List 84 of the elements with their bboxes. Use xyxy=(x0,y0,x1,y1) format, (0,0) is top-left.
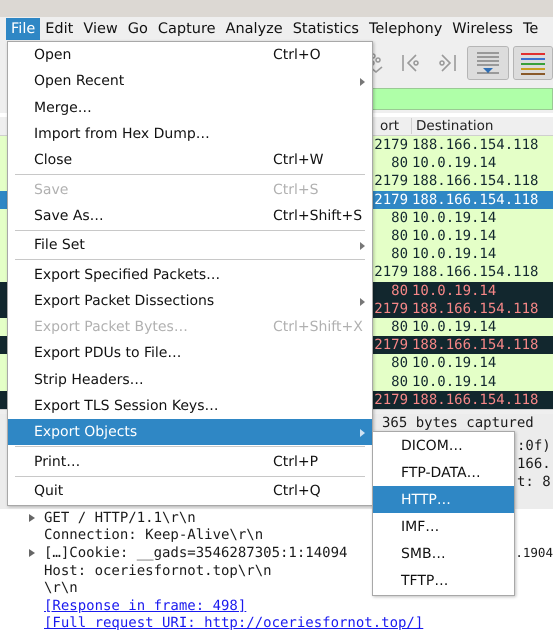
table-cell: 188.166.154.118 xyxy=(412,337,538,354)
menu-title[interactable]: Analyze xyxy=(220,18,288,40)
table-cell-text: 2179 xyxy=(373,192,409,208)
menu-item[interactable]: Strip Headers… xyxy=(8,366,372,393)
tree-item[interactable]: Host: oceriesfornot.top\r\n xyxy=(44,562,272,579)
table-cell: 10.0.19.14 xyxy=(412,210,496,226)
display-filter-field[interactable] xyxy=(372,88,553,110)
table-cell: 10.0.19.14 xyxy=(412,282,496,299)
menu-item[interactable]: Merge… xyxy=(8,94,372,121)
table-cell-text: 80 xyxy=(390,155,409,172)
submenu-arrow-icon xyxy=(360,429,365,438)
frame-link[interactable]: [Response in frame: 498] xyxy=(44,598,246,614)
table-cell: 188.166.154.118 xyxy=(412,173,538,190)
menu-title[interactable]: Edit xyxy=(40,18,78,40)
menu-item[interactable]: HTTP… xyxy=(373,486,514,513)
menu-title[interactable]: Telephony xyxy=(364,18,448,40)
table-cell-text: 2179 xyxy=(373,137,409,154)
tree-item[interactable]: Connection: Keep-Alive\r\n xyxy=(44,527,264,544)
menu-item[interactable]: Export Packet Dissections xyxy=(8,288,372,314)
table-cell-text: 80 xyxy=(390,282,409,299)
toolbar-button[interactable] xyxy=(513,46,553,80)
menu-item[interactable]: Quit Ctrl+Q xyxy=(8,478,372,504)
table-cell-text: 80 xyxy=(390,210,409,226)
table-cell-text: 80 xyxy=(390,374,409,390)
submenu-arrow-icon xyxy=(360,242,365,250)
menu-item[interactable]: File Set xyxy=(8,232,372,258)
detail-text: 365 bytes captured xyxy=(382,414,534,432)
column-header[interactable]: Destination xyxy=(412,118,552,134)
menu-title[interactable]: Wireless xyxy=(447,18,518,40)
tree-item[interactable]: […]Cookie: __gads=3546287305:1:14094 xyxy=(44,544,348,561)
table-cell: 10.0.19.14 xyxy=(412,246,496,262)
table-cell: 188.166.154.118 xyxy=(412,300,538,317)
detail-text: :0f) xyxy=(517,437,551,455)
tree-item[interactable]: GET / HTTP/1.1\r\n xyxy=(44,510,196,526)
table-cell: 10.0.19.14 xyxy=(412,155,496,172)
menu-title[interactable]: Go xyxy=(122,18,153,40)
menu-title[interactable]: Capture xyxy=(152,18,221,40)
table-cell-text: 2179 xyxy=(373,173,409,190)
table-cell-text: 2179 xyxy=(373,392,409,408)
menu-title[interactable]: View xyxy=(78,18,123,40)
table-cell: 10.0.19.14 xyxy=(412,355,496,372)
menu-title[interactable]: Statistics xyxy=(288,18,364,40)
autoscroll-icon xyxy=(475,50,501,76)
expand-icon[interactable] xyxy=(28,548,36,558)
table-cell: 10.0.19.14 xyxy=(412,318,496,335)
menu-item[interactable]: Export Objects xyxy=(8,419,372,446)
menu-item[interactable]: Export PDUs to File… xyxy=(8,340,372,367)
menu-title[interactable]: Te xyxy=(518,18,544,40)
table-cell-text: 80 xyxy=(390,228,409,244)
table-cell-text: 2179 xyxy=(373,300,409,317)
expand-icon[interactable] xyxy=(28,512,36,523)
menu-item[interactable]: Open Recent xyxy=(8,68,372,95)
toolbar-button[interactable] xyxy=(467,46,509,80)
table-cell-text: 80 xyxy=(390,318,409,335)
tree-item-tail: .1904 xyxy=(515,545,553,560)
submenu-arrow-icon xyxy=(360,78,365,86)
menu-item[interactable]: Save As… Ctrl+Shift+S xyxy=(8,202,372,230)
table-cell: 10.0.19.14 xyxy=(412,374,496,390)
submenu-arrow-icon xyxy=(360,298,365,306)
table-cell: 188.166.154.118 xyxy=(412,264,538,280)
table-cell: 188.166.154.118 xyxy=(412,392,538,408)
menu-item[interactable]: TFTP… xyxy=(373,567,514,594)
colorize-icon xyxy=(519,50,547,76)
menu-item[interactable]: Export TLS Session Keys… xyxy=(8,392,372,420)
frame-link[interactable]: [Full request URI: http://oceriesfornot.top/] xyxy=(44,615,424,632)
table-cell: 10.0.19.14 xyxy=(412,228,496,244)
detail-text: 166. xyxy=(517,455,551,473)
table-cell: 188.166.154.118 xyxy=(412,137,538,154)
table-cell-text: 80 xyxy=(390,246,409,262)
menu-item[interactable]: IMF… xyxy=(373,513,514,540)
menu-title[interactable]: File xyxy=(6,18,40,40)
menu-item[interactable]: SMB… xyxy=(373,540,514,567)
tree-item[interactable]: \r\n xyxy=(44,580,78,596)
table-cell-text: 2179 xyxy=(373,337,409,354)
detail-text: t: 8 xyxy=(517,473,551,491)
menu-item[interactable]: Import from Hex Dump… xyxy=(8,120,372,148)
menu-item[interactable]: DICOM… xyxy=(373,432,514,459)
menu-item[interactable]: FTP-DATA… xyxy=(373,459,514,486)
menu-item[interactable]: Export Specified Packets… xyxy=(8,261,372,288)
menu-item[interactable]: Close Ctrl+W xyxy=(8,147,372,174)
menu-item[interactable]: Print… Ctrl+P xyxy=(8,448,372,475)
table-cell-text: 80 xyxy=(390,355,409,372)
table-cell: 188.166.154.118 xyxy=(412,192,538,208)
table-cell-text: 2179 xyxy=(373,264,409,280)
